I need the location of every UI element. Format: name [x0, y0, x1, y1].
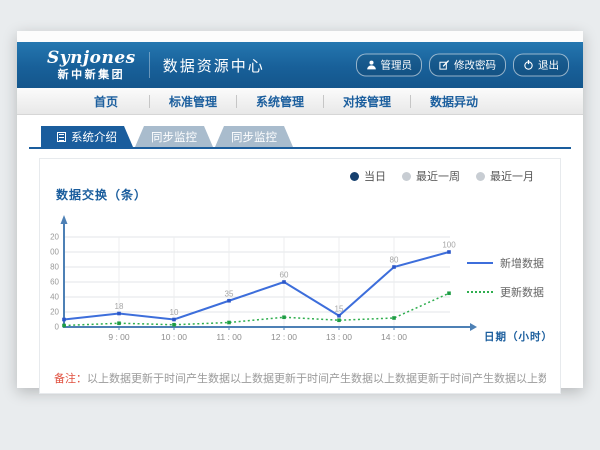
- svg-text:40: 40: [50, 293, 59, 302]
- radio-last-week[interactable]: 最近一周: [402, 168, 460, 184]
- tab-sync-monitor-1[interactable]: 同步监控: [135, 126, 213, 147]
- user-actions: 管理员 修改密码 退出: [356, 54, 570, 77]
- svg-text:11 : 00: 11 : 00: [216, 332, 242, 342]
- legend-item-new-data[interactable]: 新增数据: [467, 255, 544, 271]
- change-password-label: 修改密码: [454, 58, 496, 73]
- legend-line-dotted: [467, 291, 493, 293]
- tab-system-intro-label: 系统介绍: [71, 129, 117, 145]
- user-icon: [366, 60, 377, 71]
- svg-text:60: 60: [50, 278, 59, 287]
- header-divider: [149, 52, 150, 78]
- svg-text:20: 20: [50, 308, 59, 317]
- admin-user-button[interactable]: 管理员: [356, 54, 423, 77]
- app-header: Synjones 新中新集团 数据资源中心 管理员 修改密码: [17, 42, 583, 88]
- nav-item-interface-mgmt[interactable]: 对接管理: [324, 93, 410, 110]
- tab-sync-monitor-2-label: 同步监控: [231, 129, 277, 145]
- svg-text:60: 60: [280, 271, 289, 280]
- footnote-prefix: 备注：: [54, 373, 87, 385]
- svg-text:10: 10: [170, 308, 179, 317]
- logo-text: Synjones: [47, 50, 136, 67]
- svg-text:10 : 00: 10 : 00: [161, 332, 187, 342]
- nav-item-system-mgmt[interactable]: 系统管理: [237, 93, 323, 110]
- radio-dot: [350, 172, 359, 181]
- footnote-text: 以上数据更新于时间产生数据以上数据更新于时间产生数据以上数据更新于时间产生数据以…: [87, 373, 546, 385]
- content-area: 系统介绍 同步监控 同步监控 当日 最近一周: [17, 115, 583, 394]
- chart-legend: 新增数据 更新数据: [467, 255, 544, 300]
- legend-item-updated-data[interactable]: 更新数据: [467, 284, 544, 300]
- tabs-bar: 系统介绍 同步监控 同步监控: [29, 126, 571, 149]
- svg-text:120: 120: [50, 233, 60, 242]
- page-title: 数据资源中心: [163, 55, 265, 76]
- radio-today[interactable]: 当日: [350, 168, 386, 184]
- logout-button[interactable]: 退出: [513, 54, 569, 77]
- desktop-background: Synjones 新中新集团 数据资源中心 管理员 修改密码: [0, 0, 600, 450]
- radio-dot: [476, 172, 485, 181]
- legend-updated-data-label: 更新数据: [500, 284, 544, 300]
- nav-item-standard-mgmt[interactable]: 标准管理: [150, 93, 236, 110]
- radio-today-label: 当日: [364, 168, 386, 184]
- time-range-filters: 当日 最近一周 最近一月: [350, 168, 534, 184]
- legend-new-data-label: 新增数据: [500, 255, 544, 271]
- tab-system-intro[interactable]: 系统介绍: [41, 126, 133, 147]
- radio-dot: [402, 172, 411, 181]
- logout-label: 退出: [538, 58, 559, 73]
- svg-text:0: 0: [55, 323, 60, 332]
- change-password-button[interactable]: 修改密码: [429, 54, 506, 77]
- power-icon: [523, 60, 534, 71]
- edit-icon: [439, 60, 450, 71]
- admin-user-label: 管理员: [381, 58, 413, 73]
- logo-subtext: 新中新集团: [47, 70, 136, 81]
- svg-text:14 : 00: 14 : 00: [381, 332, 407, 342]
- svg-text:80: 80: [50, 263, 59, 272]
- nav-item-data-change[interactable]: 数据异动: [411, 93, 497, 110]
- svg-text:日期（小时）: 日期（小时）: [484, 330, 553, 343]
- radio-last-week-label: 最近一周: [416, 168, 460, 184]
- svg-text:35: 35: [225, 289, 234, 298]
- svg-text:18: 18: [115, 302, 124, 311]
- tab-sync-monitor-1-label: 同步监控: [151, 129, 197, 145]
- document-icon: [57, 132, 66, 142]
- main-nav: 首页 标准管理 系统管理 对接管理 数据异动: [17, 88, 583, 115]
- tab-sync-monitor-2[interactable]: 同步监控: [215, 126, 293, 147]
- svg-text:13 : 00: 13 : 00: [326, 332, 352, 342]
- radio-last-month-label: 最近一月: [490, 168, 534, 184]
- page-top-strip: [17, 31, 583, 42]
- svg-text:12 : 00: 12 : 00: [271, 332, 297, 342]
- svg-text:100: 100: [50, 248, 60, 257]
- company-logo[interactable]: Synjones 新中新集团: [47, 50, 136, 81]
- svg-text:9 : 00: 9 : 00: [108, 332, 130, 342]
- legend-line-solid: [467, 262, 493, 264]
- footnote: 备注：以上数据更新于时间产生数据以上数据更新于时间产生数据以上数据更新于时间产生…: [54, 370, 546, 386]
- chart-panel: 当日 最近一周 最近一月 数据交换（条） 0 20 40 60 80 100 120 9 : …: [39, 158, 561, 394]
- nav-item-home[interactable]: 首页: [63, 93, 149, 110]
- y-axis-title: 数据交换（条）: [56, 186, 560, 203]
- svg-text:15: 15: [335, 304, 344, 313]
- browser-page: Synjones 新中新集团 数据资源中心 管理员 修改密码: [17, 31, 583, 388]
- svg-text:100: 100: [442, 241, 456, 250]
- svg-text:80: 80: [390, 256, 399, 265]
- radio-last-month[interactable]: 最近一月: [476, 168, 534, 184]
